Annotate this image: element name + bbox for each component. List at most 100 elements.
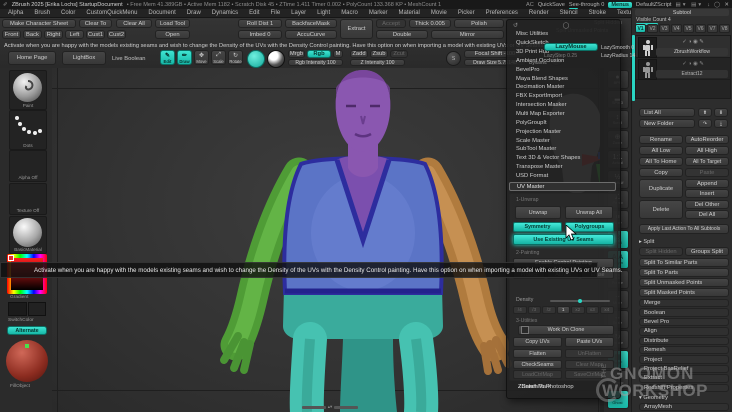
menu-item[interactable]: Draw: [185, 10, 203, 16]
zplugin-menu-item[interactable]: FBX ExportImport: [507, 92, 620, 101]
split-action-button[interactable]: Split To Parts: [639, 268, 729, 277]
make-character-sheet-button[interactable]: Make Character Sheet: [2, 19, 76, 28]
append-button[interactable]: Append: [685, 179, 729, 188]
roll-dist-slider[interactable]: Roll Dist 1: [238, 19, 282, 28]
see-through-slider[interactable]: See-through 0: [568, 2, 604, 10]
rotate-mode-button[interactable]: ↻ Rotate: [228, 50, 243, 65]
m-button[interactable]: M: [333, 50, 343, 58]
folder-action2-icon[interactable]: ⤓: [714, 119, 728, 128]
menu-item[interactable]: Macro: [339, 10, 360, 16]
tool-section-row[interactable]: Distribute: [639, 336, 729, 345]
accucurve-button[interactable]: AccuCurve: [285, 30, 337, 39]
move-up-button[interactable]: ⬆: [698, 108, 712, 117]
menu-item[interactable]: Material: [397, 10, 422, 16]
subtool-view-tab[interactable]: V5: [683, 24, 694, 33]
geometry-section-header[interactable]: ▾ Geometry: [639, 395, 668, 401]
copy-uvs-button[interactable]: Copy UVs: [513, 337, 562, 347]
menu-item[interactable]: Stroke: [587, 10, 608, 16]
menu-item[interactable]: Document: [146, 10, 177, 16]
z-intensity-slider[interactable]: Z Intensity 100: [350, 59, 405, 66]
view-button[interactable]: Cust1: [86, 30, 105, 39]
lightbox-button[interactable]: LightBox: [62, 51, 106, 65]
close-button[interactable]: ✕: [724, 2, 729, 8]
symmetry-toggle[interactable]: Symmetry: [513, 222, 562, 232]
mrgb-button[interactable]: Mrgb: [288, 50, 305, 58]
view-button[interactable]: Right: [44, 30, 63, 39]
rgb-intensity-slider[interactable]: Rgb Intensity 100: [288, 59, 343, 66]
tool-section-row[interactable]: Redshift Properties: [639, 383, 729, 392]
subtool-view-tab[interactable]: V4: [671, 24, 682, 33]
lazyradius-slider[interactable]: LazyRadius 14: [601, 53, 635, 59]
scale-mode-button[interactable]: ⤢ Scale: [211, 50, 226, 65]
load-tool-button[interactable]: Load Tool: [155, 19, 190, 28]
menu-item[interactable]: Dynamics: [210, 10, 240, 16]
list-all-button[interactable]: List All: [639, 108, 695, 117]
split-action-button[interactable]: Split Unmasked Points: [639, 278, 729, 287]
subtool-view-tab[interactable]: V3: [659, 24, 670, 33]
open-button[interactable]: Open: [155, 30, 190, 39]
clear-all-button[interactable]: Clear All: [116, 19, 152, 28]
tool-section-row[interactable]: Align: [639, 327, 729, 336]
lazysmooth-slider[interactable]: LazySmooth 0: [601, 45, 634, 51]
zplugin-menu-item[interactable]: Intersection Masker: [507, 101, 620, 110]
menu-item[interactable]: Edit: [247, 10, 261, 16]
menu-item[interactable]: Picker: [456, 10, 477, 16]
menu-item[interactable]: Alpha: [6, 10, 25, 16]
all-to-target-button[interactable]: All To Target: [685, 157, 729, 166]
menu-item[interactable]: Preferences: [484, 10, 520, 16]
folder-action-icon[interactable]: ↷: [698, 119, 712, 128]
mirror-button[interactable]: Mirror: [431, 30, 504, 39]
subtool-name[interactable]: Extract12: [656, 70, 728, 78]
work-on-clone-button[interactable]: Work On Clone: [518, 325, 614, 335]
zsub-button[interactable]: Zsub: [370, 50, 388, 58]
subtool-item[interactable]: ✓ ◑ ◉ ✎ Extract12: [636, 58, 730, 80]
fill-object-label[interactable]: FillObject: [10, 384, 30, 389]
extract-button[interactable]: Extract: [340, 19, 373, 39]
thick-slider[interactable]: Thick 0.005: [409, 19, 451, 28]
zplugin-menu-item[interactable]: PolyGroupIt: [507, 118, 620, 127]
dynamic-label[interactable]: Dynamic: [529, 60, 547, 65]
paste-uvs-button[interactable]: Paste UVs: [565, 337, 614, 347]
tool-section-row[interactable]: Project BasRelief: [639, 364, 729, 374]
menu-item[interactable]: Movie: [429, 10, 449, 16]
density-multiplier-button[interactable]: /4: [513, 306, 527, 314]
menu-item[interactable]: CustomQuickMenu: [84, 10, 139, 16]
new-folder-button[interactable]: New Folder: [639, 119, 695, 128]
subtool-view-tab[interactable]: V1: [635, 24, 646, 33]
current-color-swatch[interactable]: [247, 50, 265, 68]
subtool-view-tab[interactable]: V2: [647, 24, 658, 33]
fill-object-sphere[interactable]: [6, 340, 48, 382]
zplugin-menu-item[interactable]: Decimation Master: [507, 83, 620, 92]
all-to-home-button[interactable]: All To Home: [639, 157, 683, 166]
split-action-button[interactable]: Split Masked Points: [639, 288, 729, 297]
rename-button[interactable]: Rename: [639, 135, 683, 144]
tool-section-row[interactable]: Project: [639, 355, 729, 364]
density-multiplier-button[interactable]: x2: [571, 306, 585, 314]
unwrap-button[interactable]: Unwrap: [515, 206, 561, 219]
apply-last-action-button[interactable]: Apply Last Action To All Subtools: [639, 224, 729, 234]
alpha-thumbnail[interactable]: Alpha Off: [9, 150, 47, 182]
zplugin-menu-item[interactable]: Misc Utilities: [507, 30, 620, 39]
live-boolean-toggle[interactable]: Live Boolean: [112, 56, 146, 62]
copy-button[interactable]: Copy: [639, 168, 683, 177]
density-multiplier-button[interactable]: x4: [600, 306, 614, 314]
delete-button[interactable]: Delete: [639, 200, 683, 219]
move-down-button[interactable]: ⬇: [714, 108, 728, 117]
download-icon[interactable]: ↓: [707, 2, 710, 8]
canvas-scrollbar[interactable]: ▴▾: [302, 405, 358, 410]
stroke-thumbnail[interactable]: Dots: [9, 110, 47, 150]
autoreorder-button[interactable]: AutoReorder: [685, 135, 729, 144]
subtool-view-tab[interactable]: V7: [707, 24, 718, 33]
menu-item[interactable]: Layer: [289, 10, 308, 16]
move-mode-button[interactable]: ✥ Move: [194, 50, 209, 65]
density-multiplier-button[interactable]: /3: [527, 306, 541, 314]
zplugin-menu-item[interactable]: BevelPro: [507, 65, 620, 74]
all-high-button[interactable]: All High: [685, 146, 729, 155]
density-slider[interactable]: [550, 299, 610, 303]
doc-nav-icons[interactable]: ▤▾ ▤▾: [676, 2, 704, 8]
alternate-button[interactable]: Alternate: [7, 326, 47, 335]
split-section-header[interactable]: ▸ Split: [639, 239, 654, 245]
subtool-item-icons[interactable]: ✓ ◑ ◉ ✎: [658, 60, 728, 68]
zplugin-menu-item[interactable]: Projection Master: [507, 127, 620, 136]
checkseams-button[interactable]: CheckSeams: [513, 360, 562, 369]
